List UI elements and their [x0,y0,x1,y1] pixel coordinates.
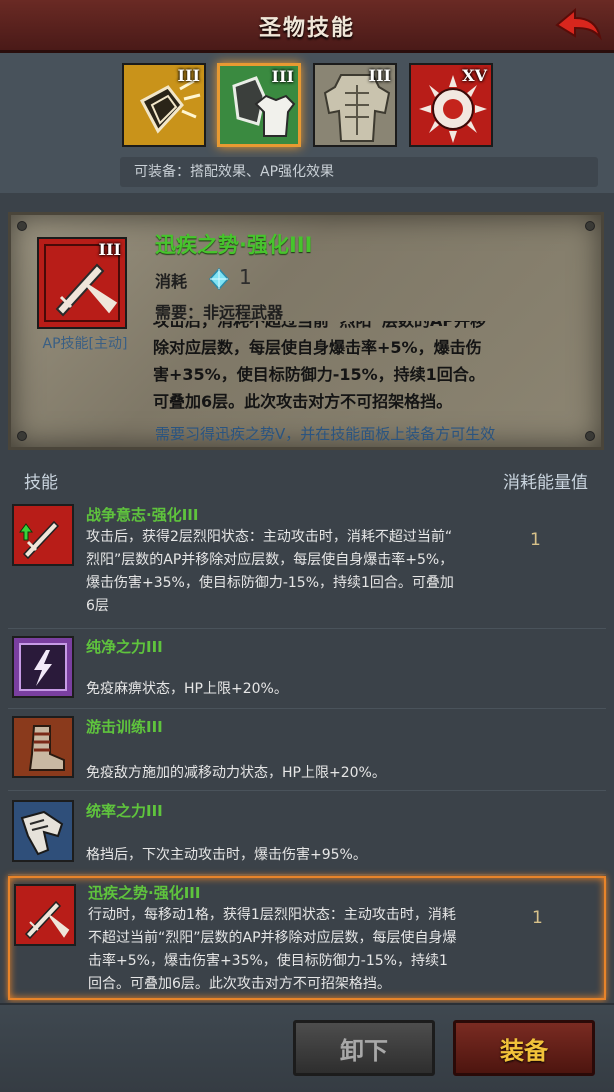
relic-level: III [271,67,294,86]
skill-detail-panel: III AP技能[主动] 迅疾之势·强化III 消耗 1 攻击后，消耗不超过当前… [8,212,604,450]
divider [8,708,606,709]
skill-cost: 1 [532,908,543,928]
skill-row[interactable]: 纯净之力III 免疫麻痹状态，HP上限+20%。 [8,632,606,706]
relic-slot-4[interactable]: XV [409,63,493,147]
rivet [17,221,27,231]
relic-level: III [177,66,200,85]
divider [8,790,606,791]
skill-name: 游击训练III [86,718,163,736]
detail-skill-name: 迅疾之势·强化III [155,233,313,257]
cost-value: 1 [239,265,252,289]
skill-name: 战争意志·强化III [86,506,199,524]
prerequisite-text: 需要习得迅疾之势V，并在技能面板上装备方可生效 [155,425,496,443]
skill-level: III [98,240,121,259]
cost-label: 消耗 [155,272,188,291]
gauntlet-icon [14,802,72,860]
skill-row[interactable]: 统率之力III 格挡后，下次主动攻击时，爆击伤害+95%。 [8,796,606,872]
skill-row[interactable]: 游击训练III 免疫敌方施加的减移动力状态，HP上限+20%。 [8,714,606,788]
relic-level: XV [462,66,487,85]
relic-slot-2[interactable]: III [217,63,301,147]
detail-description-wrap: 攻击后，消耗不超过当前“烈阳”层数的AP并移 除对应层数，每层使自身爆击率+5%… [153,321,486,415]
detail-skill-icon: III [37,237,127,329]
equip-hint: 可装备：搭配效果、AP强化效果 [120,157,598,187]
unequip-button[interactable]: 卸下 [293,1020,435,1076]
divider [8,874,606,875]
detail-description: 除对应层数，每层使自身爆击率+5%，爆击伤 害+35%，使目标防御力-15%，持… [153,338,485,411]
skill-icon [14,884,76,946]
equip-button[interactable]: 装备 [453,1020,595,1076]
skill-description: 行动时，每移动1格，获得1层烈阳状态：主动攻击时，消耗 不超过当前“烈阳”层数的… [88,907,457,992]
skill-description: 免疫麻痹状态，HP上限+20%。 [86,681,288,697]
skill-name: 纯净之力III [86,638,163,656]
boot-icon [14,718,72,776]
rivet [585,221,595,231]
skill-icon [12,504,74,566]
skill-icon [12,636,74,698]
skill-description: 攻击后，获得2层烈阳状态：主动攻击时，消耗不超过当前“ 烈阳”层数的AP并移除对… [86,529,454,614]
cost-column-header: 消耗能量值 [503,473,588,493]
relic-level: III [368,66,391,85]
crystal-icon [208,267,230,291]
skill-cost: 1 [530,530,541,550]
sword-arrow-icon [14,506,72,564]
skill-description: 格挡后，下次主动攻击时，爆击伤害+95%。 [86,847,367,863]
back-arrow-icon [555,7,602,41]
skill-icon [12,800,74,862]
page-title: 圣物技能 [258,16,355,41]
header-bar: 圣物技能 [0,0,614,53]
rivet [585,431,595,441]
divider [8,628,606,629]
sword-rush-icon [16,886,74,944]
lightning-icon [14,638,72,696]
skill-description: 免疫敌方施加的减移动力状态，HP上限+20%。 [86,765,386,781]
skill-icon [12,716,74,778]
relic-slot-3[interactable]: III [313,63,397,147]
detail-description-scroll[interactable]: 攻击后，消耗不超过当前“烈阳”层数的AP并移 除对应层数，每层使自身爆击率+5%… [153,321,593,421]
skill-name: 迅疾之势·强化III [88,884,201,902]
skill-type-label: AP技能[主动] [42,336,128,352]
skill-row[interactable]: 战争意志·强化III 攻击后，获得2层烈阳状态：主动攻击时，消耗不超过当前“ 烈… [8,500,606,624]
rivet [17,431,27,441]
back-button[interactable] [552,4,604,46]
skill-row-selected[interactable]: 迅疾之势·强化III 行动时，每移动1格，获得1层烈阳状态：主动攻击时，消耗 不… [8,876,606,1000]
relic-slot-1[interactable]: III [122,63,206,147]
skill-name: 统率之力III [86,802,163,820]
skill-column-header: 技能 [24,473,58,493]
requirement-text: 需要：非远程武器 [155,303,284,322]
